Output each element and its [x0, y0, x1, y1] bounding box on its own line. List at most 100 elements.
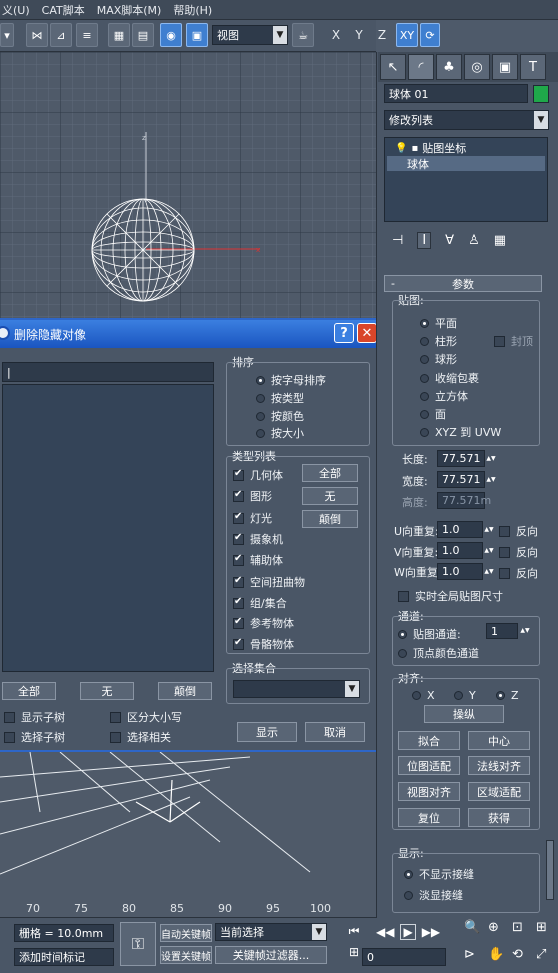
axis-xy-button[interactable]: XY — [396, 23, 418, 47]
axis-z-button[interactable]: Z — [372, 24, 392, 46]
align-icon[interactable]: ⊿ — [50, 23, 72, 47]
spinner-arrows-icon[interactable]: ▲▼ — [486, 471, 496, 489]
perspective-viewport[interactable]: z x — [0, 52, 376, 318]
normal-align-button[interactable]: 法线对齐 — [468, 756, 530, 775]
object-name-field[interactable]: 球体 01 — [384, 84, 528, 103]
spinner-arrows-icon[interactable]: ▲▼ — [520, 622, 530, 640]
help-icon[interactable]: ? — [334, 323, 354, 343]
sort-size-option[interactable]: 按大小 — [256, 425, 304, 441]
map-shrinkwrap-option[interactable]: 收缩包裹 — [420, 370, 479, 386]
expand-icon[interactable]: ▪ — [411, 143, 418, 154]
fov-icon[interactable]: ⊳ — [464, 947, 484, 970]
curve-editor-icon[interactable]: ▦ — [108, 23, 130, 47]
chevron-down-icon[interactable]: ▼ — [345, 681, 359, 697]
center-button[interactable]: 中心 — [468, 731, 530, 750]
select-subtree-checkbox[interactable]: 选择子树 — [4, 729, 65, 745]
search-input[interactable]: | — [2, 362, 214, 382]
thin-seams-option[interactable]: 淡显接缝 — [404, 887, 463, 903]
stack-item-sphere[interactable]: 球体 — [387, 156, 545, 171]
align-y-option[interactable]: Y — [454, 689, 476, 702]
type-bones-checkbox[interactable]: 骨骼物体 — [233, 636, 294, 652]
create-tab-icon[interactable]: ↖ — [380, 54, 406, 80]
align-x-option[interactable]: X — [412, 689, 435, 702]
manipulate-button[interactable]: 操纵 — [424, 705, 504, 723]
type-lights-checkbox[interactable]: 灯光 — [233, 510, 272, 526]
view-align-button[interactable]: 视图对齐 — [398, 782, 460, 801]
parameters-rollout-header[interactable]: - 参数 — [384, 275, 542, 292]
zoom-extents-all-icon[interactable]: ⊞ — [536, 920, 556, 943]
map-channel-spinner[interactable]: 1 — [486, 623, 518, 639]
chevron-down-icon[interactable]: ▼ — [312, 924, 326, 940]
v-tile-spinner[interactable]: 1.0 — [437, 542, 483, 559]
selection-set-select[interactable]: ▼ — [233, 680, 360, 698]
chevron-down-icon[interactable]: ▼ — [273, 26, 287, 44]
configure-sets-icon[interactable]: ▦ — [494, 233, 506, 248]
list-invert-button[interactable]: 颠倒 — [158, 682, 212, 700]
map-face-option[interactable]: 面 — [420, 406, 446, 422]
w-flip-checkbox[interactable]: 反向 — [499, 565, 538, 581]
u-flip-checkbox[interactable]: 反向 — [499, 523, 538, 539]
axis-cycle-icon[interactable]: ⟳ — [420, 23, 440, 47]
key-filters-button[interactable]: 关键帧过滤器... — [215, 946, 327, 964]
case-sensitive-checkbox[interactable]: 区分大小写 — [110, 709, 182, 725]
type-helpers-checkbox[interactable]: 辅助体 — [233, 552, 283, 568]
zoom-extents-icon[interactable]: ⊡ — [512, 920, 532, 943]
map-xyz-uvw-option[interactable]: XYZ 到 UVW — [420, 424, 501, 440]
spinner-arrows-icon[interactable]: ▲▼ — [484, 521, 494, 539]
menu-item[interactable]: CAT脚本 — [42, 2, 85, 18]
fit-button[interactable]: 拟合 — [398, 731, 460, 750]
types-none-button[interactable]: 无 — [302, 487, 358, 505]
material-editor-icon[interactable]: ◉ — [160, 23, 182, 47]
w-tile-spinner[interactable]: 1.0 — [437, 563, 483, 580]
zoom-icon[interactable]: 🔍 — [464, 920, 484, 943]
key-icon[interactable]: ⚿ — [120, 922, 156, 966]
acquire-button[interactable]: 获得 — [468, 808, 530, 827]
display-tab-icon[interactable]: ▣ — [492, 54, 518, 80]
stack-item-uvw-map[interactable]: 💡 ▪ 贴图坐标 — [387, 140, 545, 156]
map-cylindrical-option[interactable]: 柱形 — [420, 333, 457, 349]
display-subtree-checkbox[interactable]: 显示子树 — [4, 709, 65, 725]
sort-color-option[interactable]: 按颜色 — [256, 408, 304, 424]
select-dependents-checkbox[interactable]: 选择相关 — [110, 729, 171, 745]
length-spinner[interactable]: 77.571 — [437, 450, 485, 467]
auto-key-button[interactable]: 自动关键帧 — [160, 924, 212, 942]
render-setup-icon[interactable]: ▣ — [186, 23, 208, 47]
spinner-arrows-icon[interactable]: ▲▼ — [484, 563, 494, 581]
layers-icon[interactable]: ≡ — [76, 23, 98, 47]
next-frame-icon[interactable]: ▶▶ — [422, 925, 440, 939]
bottom-viewport[interactable] — [0, 752, 376, 894]
types-all-button[interactable]: 全部 — [302, 464, 358, 482]
width-spinner[interactable]: 77.571 — [437, 471, 485, 488]
spinner-arrows-icon[interactable]: ▲▼ — [486, 450, 496, 468]
bulb-icon[interactable]: 💡 — [395, 143, 407, 154]
spinner-arrows-icon[interactable]: ▲▼ — [484, 542, 494, 560]
schematic-icon[interactable]: ▤ — [132, 23, 154, 47]
types-invert-button[interactable]: 颠倒 — [302, 510, 358, 528]
cancel-button[interactable]: 取消 — [305, 722, 365, 742]
axis-x-button[interactable]: X — [326, 24, 346, 46]
zoom-all-icon[interactable]: ⊕ — [488, 920, 508, 943]
axis-y-button[interactable]: Y — [349, 24, 369, 46]
make-unique-icon[interactable]: ∀ — [445, 233, 454, 248]
real-world-map-size-checkbox[interactable]: 实时全局贴图尺寸 — [398, 588, 503, 604]
object-color-swatch[interactable] — [533, 85, 549, 103]
go-to-start-icon[interactable]: ⏮ — [349, 924, 360, 939]
show-end-result-icon[interactable]: I — [417, 231, 432, 249]
type-xrefs-checkbox[interactable]: 参考物体 — [233, 615, 294, 631]
time-config-icon[interactable]: ⊞ — [349, 945, 359, 959]
map-box-option[interactable]: 立方体 — [420, 388, 468, 404]
v-flip-checkbox[interactable]: 反向 — [499, 544, 538, 560]
type-cameras-checkbox[interactable]: 摄象机 — [233, 531, 283, 547]
reset-button[interactable]: 复位 — [398, 808, 460, 827]
viewport-select[interactable]: 视图 ▼ — [212, 25, 288, 45]
add-time-tag[interactable]: 添加时间标记 — [14, 948, 114, 966]
hierarchy-tab-icon[interactable]: ♣ — [436, 54, 462, 80]
type-geometry-checkbox[interactable]: 几何体 — [233, 467, 283, 483]
timeline-ruler[interactable]: 70 75 80 85 90 95 100 — [0, 894, 376, 918]
modify-tab-icon[interactable]: ◜ — [408, 54, 434, 80]
pan-icon[interactable]: ✋ — [488, 947, 508, 970]
height-spinner[interactable]: 77.571m — [437, 492, 491, 509]
object-list[interactable] — [2, 384, 214, 672]
menu-item[interactable]: 帮助(H) — [173, 2, 212, 18]
bitmap-fit-button[interactable]: 位图适配 — [398, 756, 460, 775]
